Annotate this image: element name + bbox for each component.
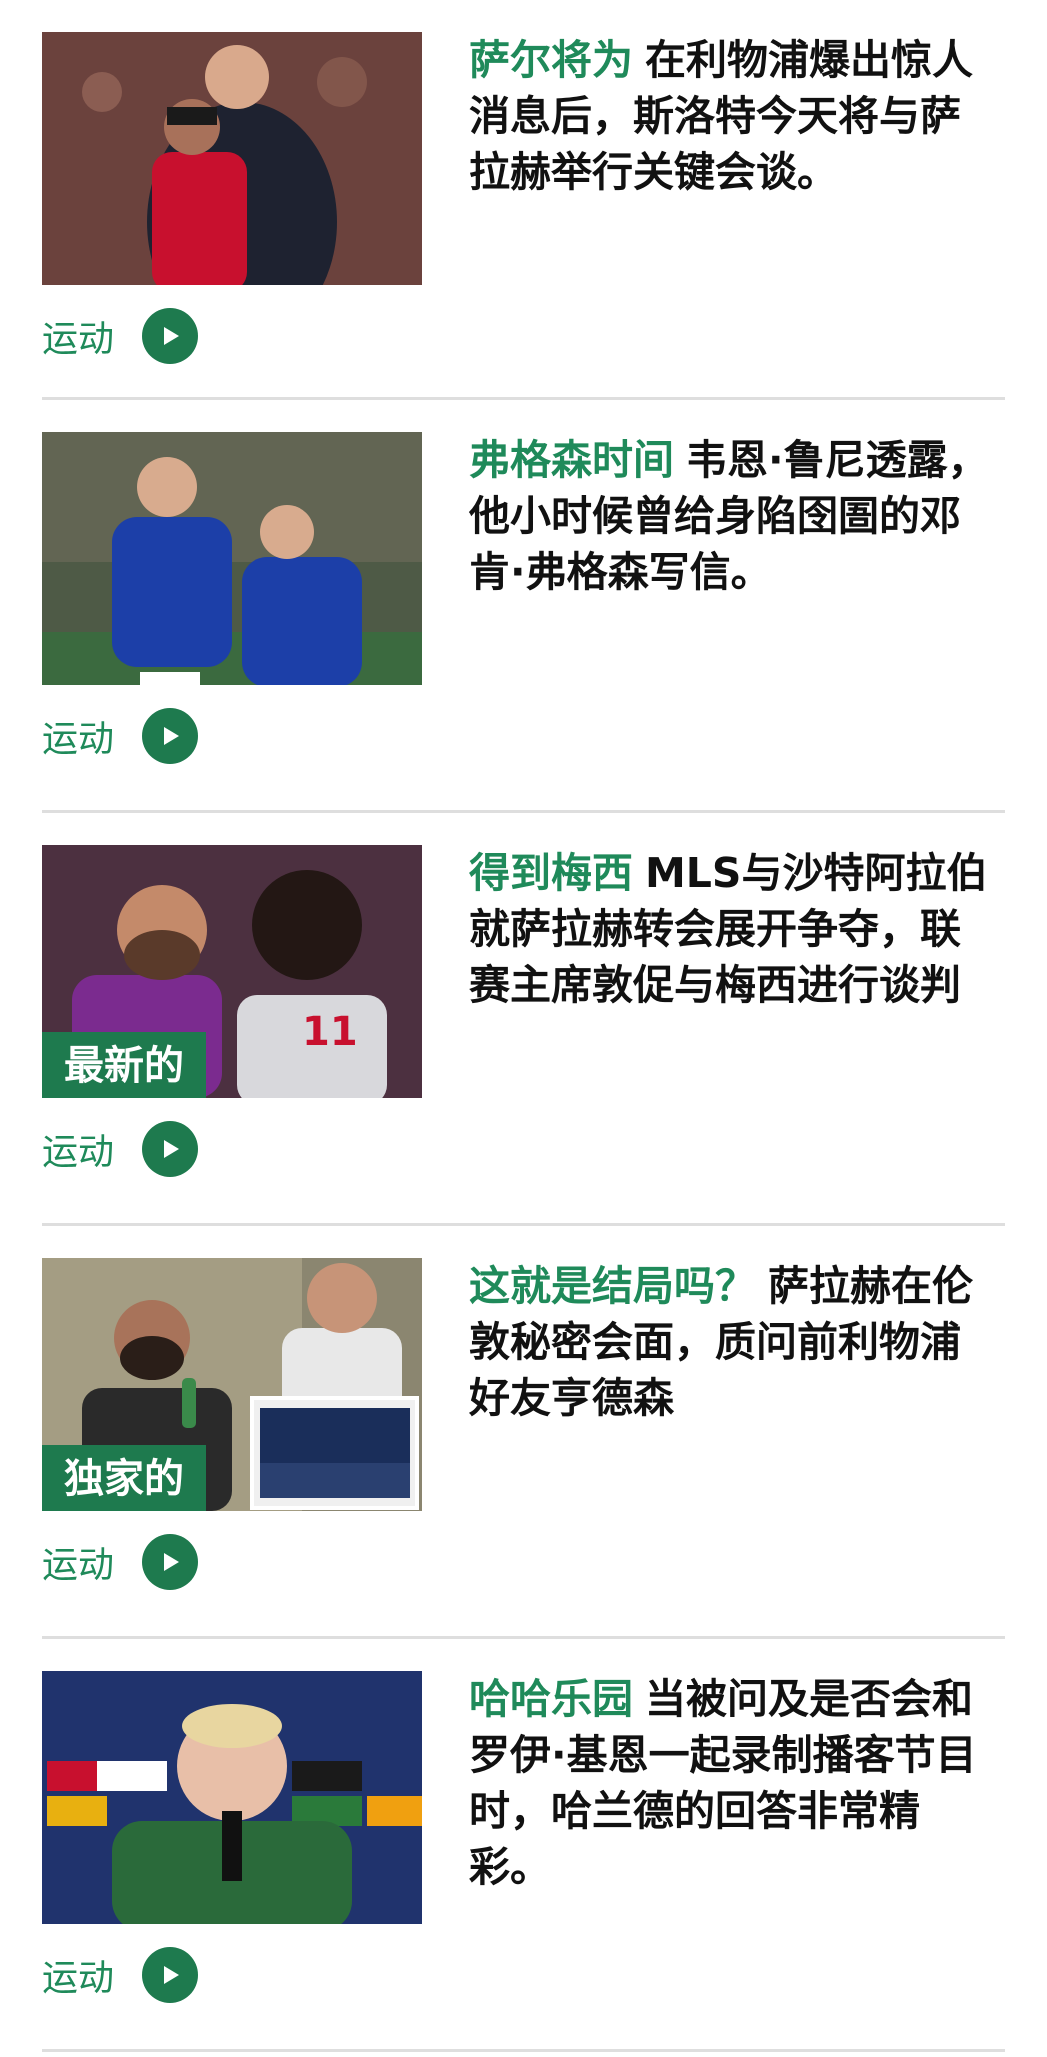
article-card[interactable]: 11 最新的 得到梅西 MLS与沙特阿拉伯就萨拉赫转会展开争夺，联赛主席敦促与梅西… — [42, 813, 1005, 1226]
article-card[interactable]: 独家的 这就是结局吗？ 萨拉赫在伦敦秘密会面，质问前利物浦好友亨德森 运动 — [42, 1226, 1005, 1639]
svg-text:11: 11 — [302, 1009, 358, 1055]
article-meta: 运动 — [42, 1534, 199, 1590]
article-kicker: 得到梅西 — [469, 849, 633, 897]
article-category[interactable]: 运动 — [42, 1949, 114, 2001]
play-icon[interactable] — [142, 1121, 199, 1177]
article-card[interactable]: 弗格森时间 韦恩·鲁尼透露，他小时候曾给身陷囹圄的邓肯·弗格森写信。 运动 — [42, 400, 1005, 813]
article-category[interactable]: 运动 — [42, 1123, 114, 1175]
article-thumbnail[interactable] — [42, 32, 422, 285]
play-icon[interactable] — [142, 1947, 199, 2003]
article-card[interactable]: 萨尔将为 在利物浦爆出惊人消息后，斯洛特今天将与萨拉赫举行关键会谈。 运动 — [42, 0, 1005, 400]
article-meta: 运动 — [42, 1121, 199, 1177]
article-kicker: 哈哈乐园 — [469, 1675, 633, 1723]
play-icon[interactable] — [142, 1534, 199, 1590]
article-headline[interactable]: 萨尔将为 在利物浦爆出惊人消息后，斯洛特今天将与萨拉赫举行关键会谈。 — [469, 32, 989, 200]
article-category[interactable]: 运动 — [42, 710, 114, 762]
article-thumbnail[interactable]: 11 最新的 — [42, 845, 422, 1098]
article-thumbnail[interactable] — [42, 1671, 422, 1924]
article-category[interactable]: 运动 — [42, 310, 114, 362]
article-meta: 运动 — [42, 308, 199, 364]
article-headline[interactable]: 哈哈乐园 当被问及是否会和罗伊·基恩一起录制播客节目时，哈兰德的回答非常精彩。 — [469, 1671, 989, 1895]
article-feed: 萨尔将为 在利物浦爆出惊人消息后，斯洛特今天将与萨拉赫举行关键会谈。 运动 弗格森… — [0, 0, 1047, 2052]
article-kicker: 这就是结局吗？ — [469, 1262, 756, 1310]
article-kicker: 弗格森时间 — [469, 436, 674, 484]
article-category[interactable]: 运动 — [42, 1536, 114, 1588]
article-kicker: 萨尔将为 — [469, 36, 633, 84]
play-icon[interactable] — [142, 708, 199, 764]
article-meta: 运动 — [42, 708, 199, 764]
play-icon[interactable] — [142, 308, 199, 364]
article-badge: 独家的 — [42, 1445, 206, 1511]
article-meta: 运动 — [42, 1947, 199, 2003]
article-card[interactable]: 哈哈乐园 当被问及是否会和罗伊·基恩一起录制播客节目时，哈兰德的回答非常精彩。 运… — [42, 1639, 1005, 2052]
article-headline[interactable]: 得到梅西 MLS与沙特阿拉伯就萨拉赫转会展开争夺，联赛主席敦促与梅西进行谈判 — [469, 845, 989, 1013]
article-thumbnail[interactable]: 独家的 — [42, 1258, 422, 1511]
article-badge: 最新的 — [42, 1032, 206, 1098]
article-thumbnail[interactable] — [42, 432, 422, 685]
article-headline[interactable]: 弗格森时间 韦恩·鲁尼透露，他小时候曾给身陷囹圄的邓肯·弗格森写信。 — [469, 432, 989, 600]
article-headline[interactable]: 这就是结局吗？ 萨拉赫在伦敦秘密会面，质问前利物浦好友亨德森 — [469, 1258, 989, 1426]
